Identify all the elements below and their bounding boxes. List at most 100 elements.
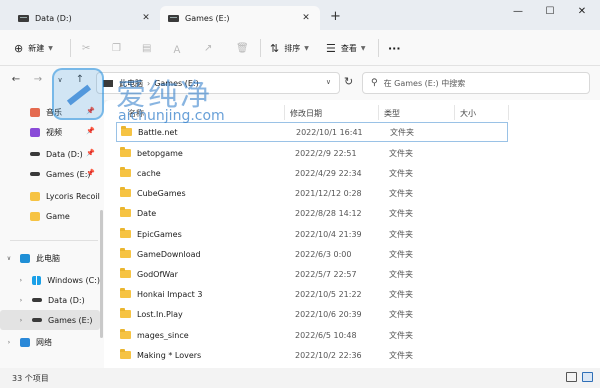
file-name: Lost.In.Play [137,309,183,319]
table-row[interactable]: Lost.In.Play 2022/10/6 20:39 文件夹 [116,304,600,324]
file-type: 文件夹 [389,330,413,340]
sort-button[interactable]: ⇅ 排序 ▼ [270,30,309,66]
column-divider[interactable] [284,105,285,120]
sidebar-item-lycoris[interactable]: Lycoris Recoil [0,186,100,206]
title-bar: Data (D:) ✕ Games (E:) ✕ + — ☐ ✕ [0,0,600,30]
file-date: 2022/5/7 22:57 [295,269,357,279]
table-row[interactable]: mages_since 2022/6/5 10:48 文件夹 [116,325,600,345]
sidebar-item-data-d[interactable]: Data (D:) [0,144,100,164]
column-header-name[interactable]: 名称 [128,104,144,122]
share-button[interactable]: ↗ [204,30,212,66]
table-row[interactable]: Making * Lovers 2022/10/2 22:36 文件夹 [116,345,600,365]
up-arrow-icon[interactable]: ↑ [72,74,88,85]
sidebar-item-games-e[interactable]: Games (E:) [0,164,100,184]
column-divider[interactable] [508,105,509,120]
table-row[interactable]: CubeGames 2021/12/12 0:28 文件夹 [116,183,600,203]
table-row[interactable]: GodOfWar 2022/5/7 22:57 文件夹 [116,264,600,284]
rename-icon: Ａ [172,44,182,56]
column-divider[interactable] [454,105,455,120]
sidebar-divider [10,240,98,241]
crumb-this-pc[interactable]: 此电脑 [119,78,143,89]
paste-button[interactable]: ▤ [142,30,151,66]
chevron-down-icon: ▼ [304,44,309,52]
search-input[interactable]: ⚲ 在 Games (E:) 中搜索 [362,72,590,94]
maximize-button[interactable]: ☐ [540,6,560,17]
sidebar-item-game[interactable]: Game [0,206,100,226]
tab-games-e[interactable]: Games (E:) ✕ [160,6,320,30]
table-row[interactable]: EpicGames 2022/10/4 21:39 文件夹 [116,224,600,244]
file-name: GodOfWar [137,269,178,279]
table-row[interactable]: Honkai Impact 3 2022/10/5 21:22 文件夹 [116,284,600,304]
sidebar-scrollbar[interactable] [100,210,103,338]
drive-icon [168,14,179,22]
new-tab-button[interactable]: + [330,9,341,24]
file-name: Honkai Impact 3 [137,289,203,299]
command-bar: ⊕ 新建 ▼ ✂ ❐ ▤ Ａ ↗ 🗑 ⇅ 排序 ▼ ☰ 查看 ▼ ··· [0,30,600,66]
sidebar-item-network[interactable]: › 网络 [0,332,100,352]
table-row[interactable]: cache 2022/4/29 22:34 文件夹 [116,163,600,183]
navigation-pane: 音乐 📌 视频 📌 Data (D:) 📌 Games (E:) 📌 Lycor… [0,100,104,368]
cut-button[interactable]: ✂ [82,30,90,66]
column-divider[interactable] [378,105,379,120]
sidebar-item-label: 音乐 [46,107,62,117]
chevron-right-icon[interactable]: › [16,317,26,324]
windows-drive-icon [31,275,42,285]
view-button[interactable]: ☰ 查看 ▼ [326,30,366,66]
file-date: 2022/10/5 21:22 [295,289,362,299]
divider [70,39,71,57]
drive-icon [18,14,29,22]
crumb-games[interactable]: Games (E:) [154,79,199,88]
copy-button[interactable]: ❐ [112,30,121,66]
minimize-button[interactable]: — [508,6,528,17]
table-row[interactable]: GameDownload 2022/6/3 0:00 文件夹 [116,244,600,264]
refresh-icon[interactable]: ↻ [344,75,353,88]
tab-close-icon[interactable]: ✕ [300,13,312,23]
chevron-right-icon[interactable]: › [16,297,26,304]
sidebar-item-video[interactable]: 视频 [0,122,100,142]
back-arrow-icon[interactable]: ← [8,74,24,85]
sidebar-item-label: Windows (C:) [47,275,100,285]
new-button[interactable]: ⊕ 新建 ▼ [14,30,53,66]
delete-button[interactable]: 🗑 [236,30,249,66]
tab-label: Games (E:) [185,13,230,23]
sidebar-item-windows-c[interactable]: › Windows (C:) [0,270,100,290]
table-row[interactable]: betopgame 2022/2/9 22:51 文件夹 [116,143,600,163]
sidebar-item-tree-data-d[interactable]: › Data (D:) [0,290,100,310]
column-header-size[interactable]: 大小 [460,104,476,122]
sidebar-item-label: 视频 [46,127,62,137]
drive-icon [30,172,40,176]
file-date: 2022/8/28 14:12 [295,208,362,218]
chevron-right-icon[interactable]: › [4,339,14,346]
chevron-down-icon[interactable]: ∨ [326,78,331,86]
chevron-right-icon[interactable]: › [16,277,26,284]
folder-icon [120,228,131,238]
tab-data-d[interactable]: Data (D:) ✕ [10,6,160,30]
file-date: 2022/10/1 16:41 [296,127,363,137]
rename-button[interactable]: Ａ [172,30,182,66]
details-view-icon[interactable] [566,372,577,382]
sidebar-item-music[interactable]: 音乐 [0,102,100,122]
chevron-down-icon[interactable]: ∨ [4,255,14,262]
tab-close-icon[interactable]: ✕ [140,13,152,23]
folder-icon [120,207,131,217]
table-row[interactable]: Date 2022/8/28 14:12 文件夹 [116,203,600,223]
search-icon: ⚲ [371,78,378,88]
sidebar-item-tree-games-e[interactable]: › Games (E:) [0,310,100,330]
column-header-date[interactable]: 修改日期 [290,104,322,122]
table-row[interactable]: Battle.net 2022/10/1 16:41 文件夹 [116,122,508,142]
address-bar[interactable]: 此电脑 › Games (E:) ∨ [96,72,340,94]
sidebar-item-this-pc[interactable]: ∨ 此电脑 [0,248,100,268]
close-window-button[interactable]: ✕ [572,6,592,17]
sidebar-item-label: Games (E:) [48,315,93,325]
file-type: 文件夹 [389,249,413,259]
recent-chevron-icon[interactable]: ∨ [52,76,68,84]
more-options-button[interactable]: ··· [388,30,401,66]
pin-icon: 📌 [86,107,95,115]
file-type: 文件夹 [390,127,414,137]
monitor-icon [20,253,30,263]
column-header-type[interactable]: 类型 [384,104,400,122]
sidebar-item-label: Lycoris Recoil [46,191,100,201]
forward-arrow-icon[interactable]: → [30,74,46,85]
tiles-view-icon[interactable] [582,372,593,382]
new-label: 新建 [28,43,45,53]
